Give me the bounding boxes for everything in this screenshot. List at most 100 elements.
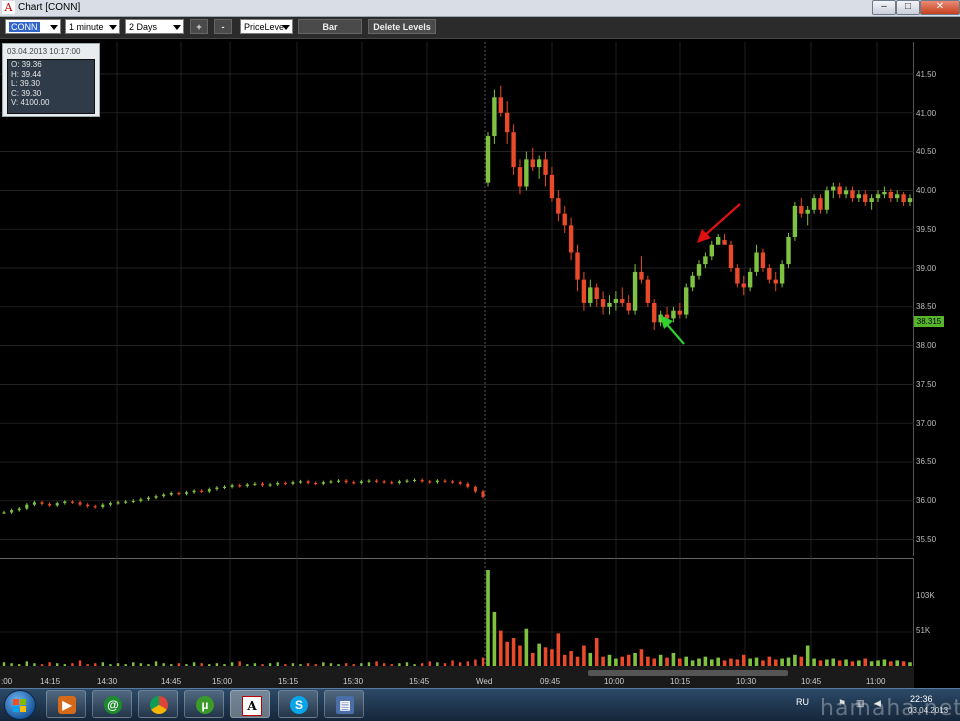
price-tick: 41.00	[916, 109, 937, 118]
price-bar-body	[192, 490, 196, 493]
volume-bar	[481, 657, 485, 666]
candle-body	[799, 205, 804, 214]
candle-body	[875, 194, 881, 199]
chart-grid	[0, 42, 914, 666]
price-bar-body	[299, 481, 303, 483]
time-tick: 10:00	[604, 677, 625, 686]
taskbar-media-player[interactable]: ▶	[46, 690, 86, 718]
volume-bar	[505, 641, 509, 666]
candle-body	[511, 132, 516, 168]
volume-bar	[620, 656, 625, 666]
price-bar-body	[375, 480, 379, 482]
volume-bar	[582, 645, 586, 666]
price-bar-body	[405, 480, 409, 482]
price-tick: 39.00	[916, 264, 937, 273]
price-bar-body	[93, 506, 97, 508]
price-bar-body	[2, 512, 6, 514]
price-bar-body	[435, 480, 439, 483]
price-axis[interactable]: 41.50 41.00 40.50 40.00 39.50 39.00 38.5…	[914, 42, 960, 666]
volume-bar	[543, 647, 548, 666]
green-arrow-annotation	[660, 315, 685, 345]
time-tick: 11:00	[866, 677, 886, 686]
price-bar-body	[70, 501, 74, 503]
volume-bar	[486, 570, 490, 666]
price-bar-body	[329, 481, 333, 483]
volume-bar	[511, 638, 516, 666]
info-high: H: 39.44	[11, 69, 42, 79]
price-bar-body	[78, 502, 82, 505]
price-tick: 37.00	[916, 419, 937, 428]
candle-body	[645, 279, 651, 303]
price-bar-body	[420, 479, 424, 482]
price-bar-body	[359, 481, 363, 483]
taskbar-utorrent[interactable]: µ	[184, 690, 224, 718]
candle-body	[485, 136, 491, 183]
candle-body	[524, 159, 529, 187]
price-tick: 40.50	[916, 147, 937, 156]
candle-body	[805, 209, 810, 214]
price-bar-body	[32, 502, 36, 505]
volume-bar	[498, 630, 503, 666]
taskbar-notebook[interactable]: ▤	[324, 690, 364, 718]
candle-body	[843, 190, 849, 195]
price-bar-body	[451, 481, 455, 483]
watermark-logo: hamaha.net	[820, 696, 960, 721]
candle-body	[492, 97, 497, 137]
volume-bar	[594, 638, 599, 666]
candle-body	[562, 213, 567, 226]
candle-body	[613, 299, 619, 303]
volume-bar	[575, 656, 580, 666]
price-bar-body	[184, 492, 188, 494]
candle-body	[837, 186, 842, 195]
candle-body	[824, 190, 830, 210]
volume-bar	[780, 658, 784, 666]
time-tick: 14:15	[40, 677, 61, 686]
price-bar-body	[352, 482, 356, 484]
price-bar-body	[17, 508, 21, 511]
price-bar-body	[367, 480, 371, 482]
taskbar-mail-agent[interactable]: @	[92, 690, 132, 718]
candle-body	[575, 252, 580, 280]
volume-bar	[626, 654, 631, 666]
price-bar-body	[40, 502, 44, 504]
start-button[interactable]	[4, 690, 36, 720]
media-player-icon: ▶	[58, 696, 76, 714]
volume-bar	[799, 656, 804, 666]
price-tick: 36.50	[916, 457, 937, 466]
volume-bar	[550, 649, 554, 666]
time-tick: 15:00	[212, 677, 233, 686]
time-tick: 15:30	[343, 677, 364, 686]
price-bar-body	[238, 485, 242, 487]
candle-body	[792, 205, 798, 237]
info-close: C: 39.30	[11, 88, 42, 98]
time-tick: 10:30	[736, 677, 757, 686]
price-bar-body	[466, 483, 470, 487]
price-tick: 41.50	[916, 70, 937, 79]
price-bar-body	[101, 504, 105, 508]
price-bar-body	[268, 484, 272, 486]
taskbar-skype[interactable]: S	[278, 690, 318, 718]
price-bar-body	[139, 499, 143, 501]
price-chart[interactable]	[0, 0, 960, 688]
volume-bar	[588, 652, 593, 666]
price-bar-body	[283, 482, 287, 485]
volume-bar	[614, 658, 618, 666]
volume-bar	[863, 658, 868, 666]
price-bar-body	[314, 482, 318, 485]
candle-body	[735, 268, 740, 284]
red-arrow-line	[703, 203, 741, 237]
taskbar-chart-app[interactable]: A	[230, 690, 270, 718]
volume-bar	[697, 658, 701, 666]
price-bar-body	[291, 482, 295, 484]
tray-language[interactable]: RU	[796, 697, 809, 707]
price-bar-body	[458, 482, 462, 484]
taskbar-chrome[interactable]	[138, 690, 178, 718]
utorrent-icon: µ	[196, 696, 214, 714]
candle-body	[754, 252, 759, 272]
candle-body	[568, 225, 574, 253]
time-scrollbar-thumb[interactable]	[588, 670, 788, 676]
price-bar-body	[48, 503, 52, 506]
candle-body	[869, 198, 874, 203]
price-bar-body	[25, 504, 29, 509]
candle-body	[594, 287, 599, 300]
